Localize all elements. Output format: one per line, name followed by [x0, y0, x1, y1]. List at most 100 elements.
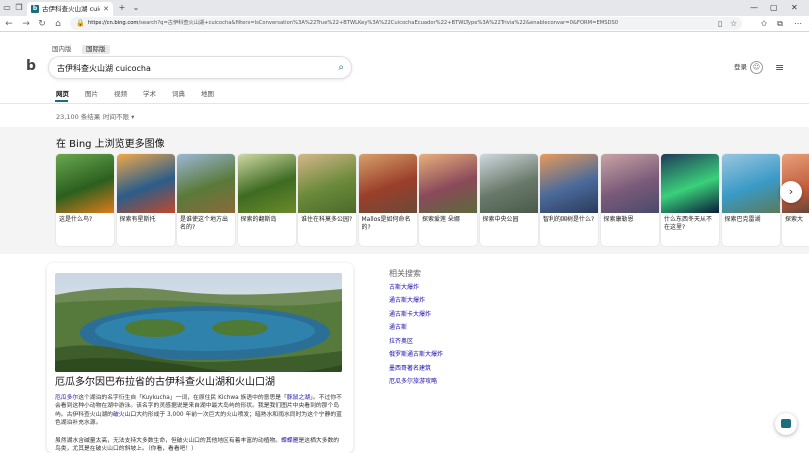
image-carousel-heading[interactable]: 在 Bing 上浏览更多图像	[56, 138, 165, 151]
image-card[interactable]: 探索的翻斯岛	[237, 154, 296, 246]
maximize-icon[interactable]: ▢	[770, 2, 778, 13]
related-link[interactable]: 通古斯卡大爆炸	[389, 311, 431, 319]
home-icon[interactable]: ⌂	[52, 18, 64, 30]
tab-menu-icon[interactable]: ⌄	[131, 3, 141, 13]
image-caption[interactable]: 探索爱莲 朵娜	[419, 213, 477, 227]
avatar-icon[interactable]: ☺	[750, 61, 763, 74]
answer-text: 这个湖泊的名字衍生自「Kuykucha」一词，在原住民 Kichwa 族语中的意…	[78, 395, 287, 401]
more-icon[interactable]: ⋯	[792, 18, 804, 30]
search-box[interactable]: ⌕	[48, 56, 352, 79]
related-link[interactable]: 拉齐奥区	[389, 338, 413, 346]
scope-domestic[interactable]: 国内版	[52, 45, 72, 54]
answer-paragraph-2: 虽然湖水含碱量太高，无法支持大多数生命，但破火山口的其他地区有着丰富的动植物。蝶…	[55, 437, 343, 453]
image-caption[interactable]: 是谁使这个地方出名的?	[177, 213, 235, 235]
answer-title[interactable]: 厄瓜多尔因巴布拉省的古伊科查火山湖和火山口湖	[55, 376, 275, 389]
active-tab-indicator	[55, 100, 68, 102]
image-card[interactable]: 探索中央公园	[479, 154, 538, 246]
image-caption[interactable]: 探索中央公园	[480, 213, 538, 227]
link-caldera[interactable]: 破火山口	[113, 412, 136, 418]
favorites-icon[interactable]: ✩	[758, 18, 770, 30]
image-card[interactable]: 这是什么鸟?	[56, 154, 114, 246]
back-icon[interactable]: ←	[3, 18, 15, 30]
time-filter-dropdown[interactable]: 时间不限 ▾	[103, 113, 134, 122]
image-caption[interactable]: 谁住在科莫多公园?	[298, 213, 356, 227]
bing-favicon-icon: b	[31, 5, 39, 13]
image-thumbnail[interactable]	[600, 154, 659, 213]
image-caption[interactable]: Mallos是如何命名的?	[359, 213, 417, 235]
related-link[interactable]: 通古斯	[389, 324, 407, 332]
related-link[interactable]: 古斯大爆炸	[389, 284, 419, 292]
image-card[interactable]: 探索康勒恩	[600, 154, 659, 246]
answer-paragraph-1: 厄瓜多尔这个湖泊的名字衍生自「Kuykucha」一词，在原住民 Kichwa 族…	[55, 394, 343, 428]
image-caption[interactable]: 什么东西冬天从不在这里?	[661, 213, 719, 235]
search-input[interactable]	[57, 62, 327, 74]
tab-web[interactable]: 网页	[56, 90, 69, 99]
related-link[interactable]: 俄罗斯通古斯大爆炸	[389, 351, 443, 359]
image-caption[interactable]: 探索的翻斯岛	[238, 213, 296, 227]
image-caption[interactable]: 这是什么鸟?	[56, 213, 114, 227]
collections-icon[interactable]: ⧉	[774, 18, 786, 30]
new-tab-icon[interactable]: +	[117, 3, 127, 13]
address-bar-row: ← → ↻ ⌂ 🔒 https://cn.bing.com/search?q=古…	[0, 16, 809, 32]
tab-images[interactable]: 图片	[85, 90, 98, 99]
image-thumbnail[interactable]	[177, 154, 235, 213]
bookmark-icon[interactable]: ☆	[730, 18, 737, 29]
scope-international[interactable]: 国际版	[82, 45, 110, 54]
image-thumbnail[interactable]	[419, 154, 477, 213]
image-thumbnail[interactable]	[661, 154, 719, 213]
image-thumbnail[interactable]	[237, 154, 296, 213]
image-card[interactable]: 什么东西冬天从不在这里?	[661, 154, 719, 246]
lock-icon[interactable]: 🔒	[76, 18, 85, 29]
lake-hero-image[interactable]	[55, 273, 342, 372]
tab-dictionary[interactable]: 词典	[172, 90, 185, 99]
image-caption[interactable]: 探索有星斯托	[117, 213, 175, 227]
image-thumbnail[interactable]	[479, 154, 538, 213]
tab-maps[interactable]: 地图	[201, 90, 214, 99]
tab-academic[interactable]: 学术	[143, 90, 156, 99]
image-card[interactable]: 是谁使这个地方出名的?	[177, 154, 235, 246]
search-icon[interactable]: ⌕	[338, 61, 344, 75]
forward-icon[interactable]: →	[20, 18, 32, 30]
image-card[interactable]: 探索有星斯托	[116, 154, 175, 246]
image-card[interactable]: 探索巴克雷湖	[721, 154, 780, 246]
image-thumbnail[interactable]	[56, 154, 114, 213]
link-ecuador[interactable]: 厄瓜多尔	[55, 395, 78, 401]
browser-tab-bar: ▭ ❐ b 古伊科查火山湖 cuicoch ✕ + ⌄ — ▢ ✕	[0, 0, 809, 16]
url-field[interactable]: 🔒 https://cn.bing.com/search?q=古伊科查火山湖+c…	[70, 17, 742, 30]
image-caption[interactable]: 探索大	[782, 213, 809, 227]
image-thumbnail[interactable]	[721, 154, 780, 213]
tab-actions-icon[interactable]: ❐	[14, 3, 24, 13]
image-thumbnail[interactable]	[298, 154, 356, 213]
browser-tab[interactable]: b 古伊科查火山湖 cuicoch ✕	[27, 2, 113, 16]
image-caption[interactable]: 探索巴克雷湖	[722, 213, 780, 227]
bing-logo-icon[interactable]: b	[26, 59, 38, 73]
menu-icon[interactable]: ≡	[775, 61, 784, 74]
image-card[interactable]: 探索爱莲 朵娜	[419, 154, 477, 246]
image-caption[interactable]: 智利的国树是什么?	[540, 213, 598, 227]
workspaces-icon[interactable]: ▭	[2, 3, 12, 13]
minimize-icon[interactable]: —	[750, 2, 758, 13]
related-link[interactable]: 通古斯大爆炸	[389, 297, 425, 305]
chat-feedback-icon[interactable]	[775, 413, 797, 435]
link-guinea-pig-lake[interactable]: 豚鼠之湖	[287, 395, 310, 401]
link-bird[interactable]: 蝶蝶雁	[281, 438, 298, 444]
image-thumbnail[interactable]	[116, 154, 175, 213]
image-card[interactable]: 智利的国树是什么?	[540, 154, 598, 246]
tab-videos[interactable]: 视频	[114, 90, 127, 99]
close-tab-icon[interactable]: ✕	[103, 4, 109, 14]
image-caption[interactable]: 探索康勒恩	[601, 213, 659, 227]
immersive-reader-icon[interactable]: ▯	[718, 18, 722, 29]
image-card[interactable]: Mallos是如何命名的?	[358, 154, 417, 246]
refresh-icon[interactable]: ↻	[36, 18, 48, 30]
related-link[interactable]: 墨西哥著名建筑	[389, 365, 431, 373]
divider	[0, 103, 809, 104]
url-text: https://cn.bing.com/search?q=古伊科查火山湖+cui…	[88, 20, 619, 26]
image-thumbnail[interactable]	[358, 154, 417, 213]
image-card[interactable]: 谁住在科莫多公园?	[298, 154, 356, 246]
image-thumbnail[interactable]	[540, 154, 598, 213]
login-link[interactable]: 登录	[734, 63, 747, 72]
related-link[interactable]: 厄瓜多尔旅游攻略	[389, 378, 437, 386]
window-close-icon[interactable]: ✕	[791, 2, 798, 13]
result-count: 23,100 条结果	[56, 113, 101, 121]
carousel-next-icon[interactable]: ›	[780, 181, 802, 203]
